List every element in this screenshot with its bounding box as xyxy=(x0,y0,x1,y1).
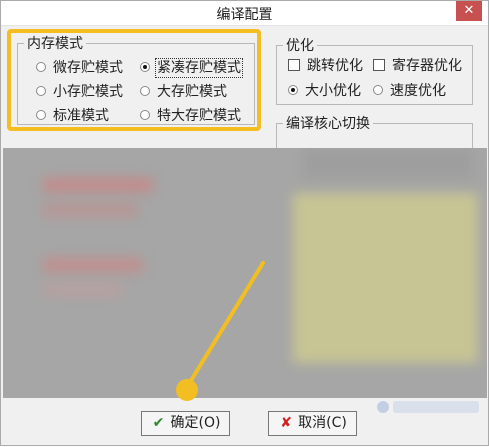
ok-button[interactable]: ✔ 确定(O) xyxy=(141,411,230,436)
cancel-button[interactable]: ✘ 取消(C) xyxy=(268,411,357,436)
check-icon: ✔ xyxy=(152,415,165,431)
x-icon: ✘ xyxy=(280,415,292,431)
annotation-arrow xyxy=(176,261,265,401)
arrow-dot-icon xyxy=(176,379,198,401)
watermark-logo xyxy=(377,401,479,413)
dialog-window: 编译配置 ✕ 内存模式 微存贮模式 紧凑存贮模式 小存贮模式 大存贮模式 标准模… xyxy=(0,0,489,446)
